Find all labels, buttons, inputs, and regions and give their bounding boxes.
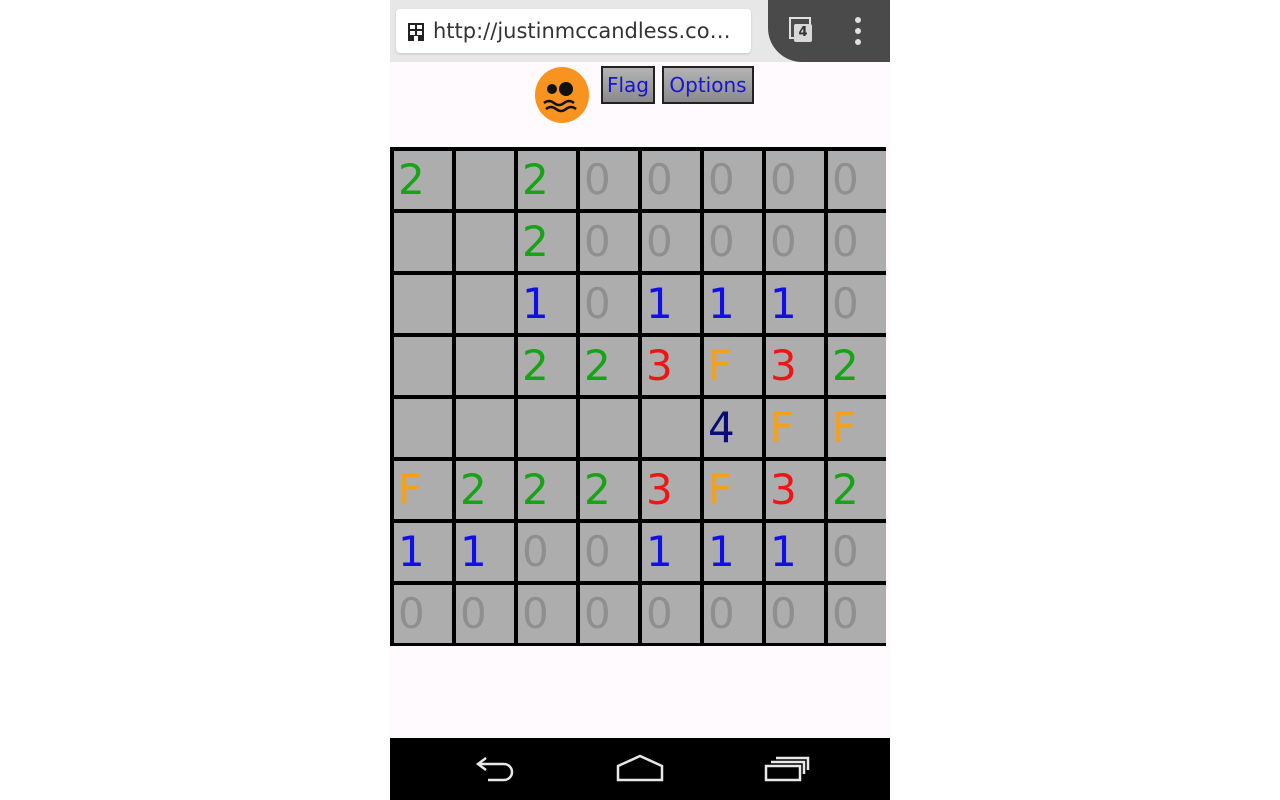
board-cell[interactable]: 0 [704, 585, 762, 643]
board-cell[interactable]: 3 [642, 337, 700, 395]
tab-count-badge: 4 [794, 24, 812, 42]
board-cell[interactable]: 0 [704, 151, 762, 209]
site-favicon-icon [408, 23, 424, 41]
board-cell[interactable] [394, 213, 452, 271]
board-cell[interactable]: 0 [580, 213, 638, 271]
board-cell[interactable]: 1 [518, 275, 576, 333]
board-cell[interactable]: F [828, 399, 886, 457]
board-cell[interactable]: 0 [580, 523, 638, 581]
board-cell[interactable]: 2 [394, 151, 452, 209]
browser-toolbar: http://justinmccandless.com/de... 4 [390, 0, 890, 62]
minesweeper-board: 2200000200000101110223F324FFF2223F321100… [390, 147, 886, 646]
back-icon[interactable] [470, 752, 518, 786]
board-cell[interactable]: 0 [828, 213, 886, 271]
phone-screen: http://justinmccandless.com/de... 4 Flag… [390, 0, 890, 800]
board-cell[interactable]: F [394, 461, 452, 519]
board-cell[interactable]: 2 [580, 337, 638, 395]
board-cell[interactable]: 1 [456, 523, 514, 581]
board-cell[interactable] [642, 399, 700, 457]
board-cell[interactable]: 4 [704, 399, 762, 457]
board-cell[interactable]: 1 [642, 523, 700, 581]
board-cell[interactable]: 0 [642, 585, 700, 643]
board-cell[interactable]: 3 [766, 461, 824, 519]
board-cell[interactable] [394, 275, 452, 333]
tab-switcher-button[interactable]: 4 [786, 14, 820, 48]
android-navigation-bar [390, 738, 890, 800]
board-cell[interactable]: 0 [828, 151, 886, 209]
board-cell[interactable] [518, 399, 576, 457]
address-bar[interactable]: http://justinmccandless.com/de... [396, 9, 751, 53]
board-cell[interactable]: 0 [828, 275, 886, 333]
board-cell[interactable]: 0 [580, 275, 638, 333]
board-cell[interactable]: 3 [642, 461, 700, 519]
board-cell[interactable]: 0 [580, 151, 638, 209]
board-cell[interactable]: F [704, 461, 762, 519]
board-cell[interactable]: 0 [518, 523, 576, 581]
board-cell[interactable]: 0 [642, 213, 700, 271]
board-cell[interactable]: 2 [518, 461, 576, 519]
game-toolbar: Flag Options [390, 62, 890, 132]
board-cell[interactable] [456, 275, 514, 333]
board-cell[interactable]: 1 [642, 275, 700, 333]
sad-face-icon[interactable] [534, 66, 590, 124]
browser-menu-button[interactable] [848, 14, 868, 48]
menu-dot-icon [855, 39, 861, 45]
board-cell[interactable]: 0 [704, 213, 762, 271]
url-text: http://justinmccandless.com/de... [433, 19, 751, 43]
board-cell[interactable] [394, 399, 452, 457]
recent-apps-icon[interactable] [762, 752, 810, 786]
board-cell[interactable]: 0 [518, 585, 576, 643]
board-cell[interactable]: 0 [766, 213, 824, 271]
board-cell[interactable] [580, 399, 638, 457]
board-cell[interactable]: 0 [828, 523, 886, 581]
board-cell[interactable]: F [766, 399, 824, 457]
board-cell[interactable] [456, 151, 514, 209]
board-cell[interactable]: 1 [704, 523, 762, 581]
menu-dot-icon [855, 28, 861, 34]
board-cell[interactable] [394, 337, 452, 395]
board-cell[interactable]: 2 [518, 151, 576, 209]
board-cell[interactable]: 0 [766, 585, 824, 643]
board-cell[interactable]: 1 [766, 523, 824, 581]
board-cell[interactable]: 2 [518, 213, 576, 271]
board-cell[interactable]: 2 [518, 337, 576, 395]
board-cell[interactable]: 0 [580, 585, 638, 643]
board-cell[interactable]: 0 [394, 585, 452, 643]
board-cell[interactable]: 0 [456, 585, 514, 643]
board-cell[interactable]: 0 [642, 151, 700, 209]
board-cell[interactable]: 0 [766, 151, 824, 209]
board-cell[interactable]: 1 [704, 275, 762, 333]
board-cell[interactable]: 3 [766, 337, 824, 395]
board-cell[interactable] [456, 213, 514, 271]
board-cell[interactable]: 0 [828, 585, 886, 643]
flag-button[interactable]: Flag [601, 66, 655, 104]
board-cell[interactable]: 2 [828, 337, 886, 395]
board-cell[interactable]: 1 [766, 275, 824, 333]
board-cell[interactable] [456, 337, 514, 395]
board-cell[interactable] [456, 399, 514, 457]
home-icon[interactable] [616, 752, 664, 786]
board-cell[interactable]: 1 [394, 523, 452, 581]
board-cell[interactable]: 2 [456, 461, 514, 519]
board-cell[interactable]: 2 [580, 461, 638, 519]
options-button[interactable]: Options [662, 66, 754, 104]
menu-dot-icon [855, 17, 861, 23]
board-cell[interactable]: F [704, 337, 762, 395]
board-cell[interactable]: 2 [828, 461, 886, 519]
